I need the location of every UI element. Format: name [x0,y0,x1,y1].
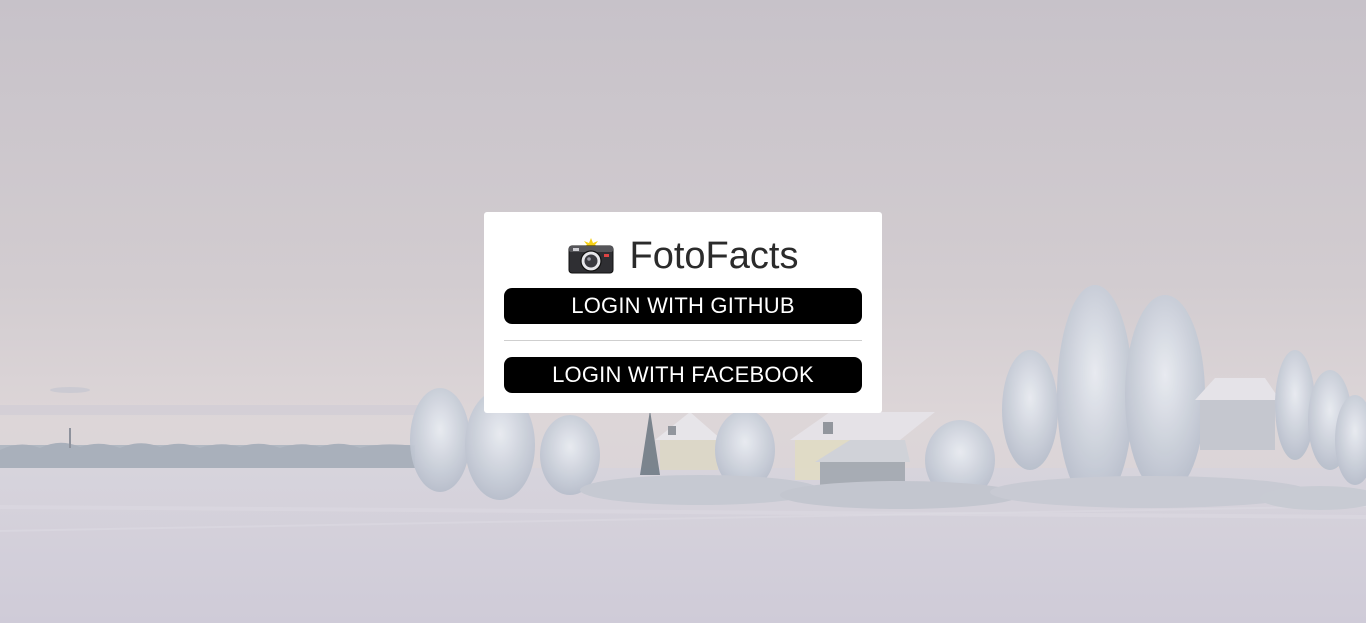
brand-header: FotoFacts [484,234,882,278]
divider [504,340,862,341]
app-title: FotoFacts [629,235,799,277]
camera-flash-icon [568,238,614,274]
login-facebook-button[interactable]: LOGIN WITH FACEBOOK [504,357,862,393]
login-card: FotoFacts LOGIN WITH GITHUB LOGIN WITH F… [484,212,882,413]
login-github-button[interactable]: LOGIN WITH GITHUB [504,288,862,324]
